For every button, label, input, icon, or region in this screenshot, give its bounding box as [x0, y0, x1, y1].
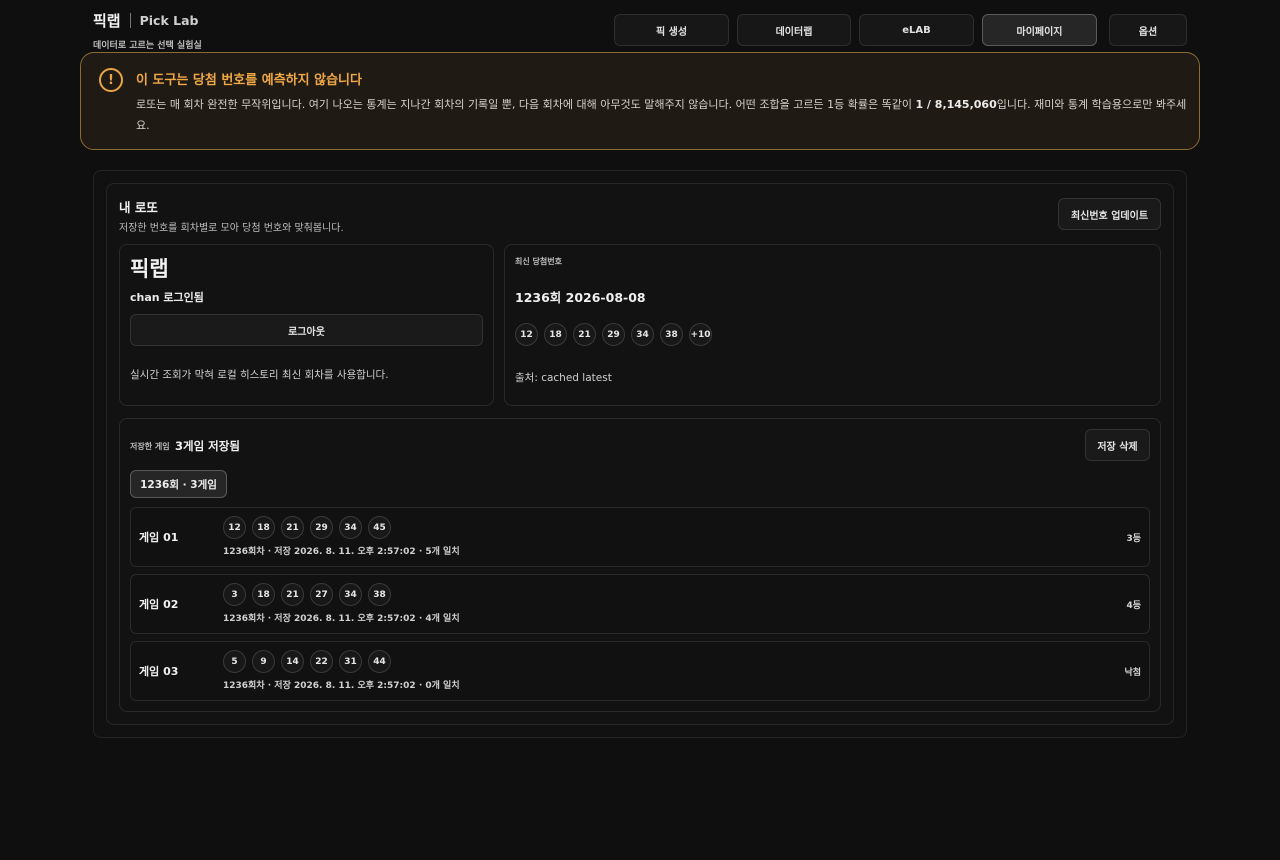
number-ball: 34 — [339, 516, 362, 539]
number-ball: 38 — [660, 323, 683, 346]
latest-draw-label: 최신 당첨번호 — [515, 257, 562, 266]
number-ball: 9 — [252, 650, 275, 673]
saved-games-count: 3게임 저장됨 — [175, 439, 240, 453]
login-status: chan 로그인됨 — [130, 291, 204, 304]
data-source: 출처: cached latest — [515, 372, 612, 384]
nav-options-button[interactable]: 옵션 — [1109, 14, 1187, 46]
number-ball: 18 — [252, 516, 275, 539]
number-ball: 5 — [223, 650, 246, 673]
game-numbers: 3 18 21 27 34 38 — [223, 583, 391, 606]
exclamation-circle-icon: ! — [99, 68, 123, 92]
game-numbers: 5 9 14 22 31 44 — [223, 650, 391, 673]
number-ball: 21 — [281, 516, 304, 539]
disclaimer-text-start: 로또는 매 회차 완전한 무작위입니다. 여기 나오는 통계는 지나간 회차의 … — [136, 98, 916, 111]
update-latest-button[interactable]: 최신번호 업데이트 — [1058, 198, 1161, 230]
disclaimer-odds: 1 / 8,145,060 — [915, 98, 997, 111]
number-ball: 45 — [368, 516, 391, 539]
nav-pick-generate-button[interactable]: 픽 생성 — [614, 14, 729, 46]
game-row: 게임 02 3 18 21 27 34 38 1236회차 · 저장 2026.… — [130, 574, 1150, 634]
game-rank: 4등 — [1126, 601, 1141, 611]
number-ball: 27 — [310, 583, 333, 606]
disclaimer-title: 이 도구는 당첨 번호를 예측하지 않습니다 — [136, 73, 362, 88]
round-filter-chip[interactable]: 1236회 · 3게임 — [130, 470, 227, 498]
game-rank: 3등 — [1126, 534, 1141, 544]
number-ball: 44 — [368, 650, 391, 673]
game-rank: 낙첨 — [1124, 668, 1141, 678]
delete-saved-button[interactable]: 저장 삭제 — [1085, 429, 1150, 461]
section-title: 내 로또 — [119, 200, 158, 215]
game-meta: 1236회차 · 저장 2026. 8. 11. 오후 2:57:02 · 5개… — [223, 547, 460, 557]
game-name: 게임 01 — [139, 531, 179, 544]
game-meta: 1236회차 · 저장 2026. 8. 11. 오후 2:57:02 · 4개… — [223, 614, 460, 624]
nav-datalab-button[interactable]: 데이터랩 — [737, 14, 851, 46]
disclaimer-banner: ! 이 도구는 당첨 번호를 예측하지 않습니다 로또는 매 회차 완전한 무작… — [80, 52, 1200, 150]
nav-elab-button[interactable]: eLAB — [859, 14, 974, 46]
nav-mypage-button[interactable]: 마이페이지 — [982, 14, 1097, 46]
top-nav: 픽 생성 데이터랩 eLAB 마이페이지 옵션 — [0, 14, 1280, 46]
number-ball: 21 — [573, 323, 596, 346]
number-ball: 12 — [223, 516, 246, 539]
logout-button[interactable]: 로그아웃 — [130, 314, 483, 346]
number-ball: 31 — [339, 650, 362, 673]
latest-draw-title: 1236회 2026-08-08 — [515, 290, 646, 305]
saved-games-label: 저장한 게임 — [130, 442, 170, 451]
game-meta: 1236회차 · 저장 2026. 8. 11. 오후 2:57:02 · 0개… — [223, 681, 460, 691]
game-row: 게임 03 5 9 14 22 31 44 1236회차 · 저장 2026. … — [130, 641, 1150, 701]
number-ball: 12 — [515, 323, 538, 346]
number-ball: 38 — [368, 583, 391, 606]
disclaimer-body: 로또는 매 회차 완전한 무작위입니다. 여기 나오는 통계는 지나간 회차의 … — [136, 94, 1196, 136]
number-ball: 22 — [310, 650, 333, 673]
number-ball: 18 — [544, 323, 567, 346]
latest-numbers: 12 18 21 29 34 38 +10 — [515, 323, 712, 346]
number-ball: 29 — [602, 323, 625, 346]
number-ball: 3 — [223, 583, 246, 606]
game-numbers: 12 18 21 29 34 45 — [223, 516, 391, 539]
number-ball: 34 — [631, 323, 654, 346]
number-ball: 14 — [281, 650, 304, 673]
number-ball: 18 — [252, 583, 275, 606]
game-row: 게임 01 12 18 21 29 34 45 1236회차 · 저장 2026… — [130, 507, 1150, 567]
game-name: 게임 02 — [139, 598, 179, 611]
number-ball: 21 — [281, 583, 304, 606]
game-name: 게임 03 — [139, 665, 179, 678]
number-ball: 34 — [339, 583, 362, 606]
section-subtitle: 저장한 번호를 회차별로 모아 당첨 번호와 맞춰봅니다. — [119, 223, 344, 234]
bonus-ball: +10 — [689, 323, 712, 346]
account-name: 픽랩 — [130, 257, 169, 281]
history-note: 실시간 조회가 막혀 로컬 히스토리 최신 회차를 사용합니다. — [130, 369, 389, 381]
number-ball: 29 — [310, 516, 333, 539]
